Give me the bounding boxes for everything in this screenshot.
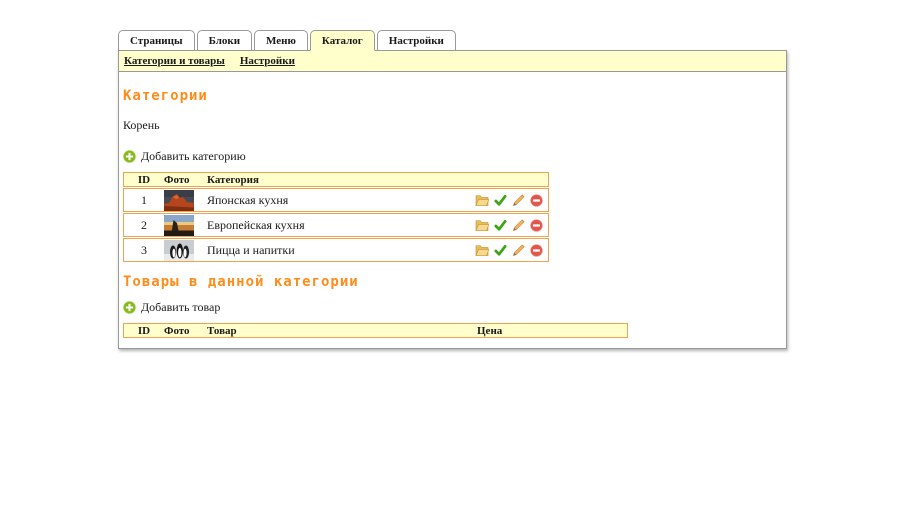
delete-icon[interactable] (530, 244, 543, 257)
category-photo-thumbnail (164, 240, 194, 261)
categories-table-header: ID Фото Категория (123, 172, 549, 187)
category-actions (472, 244, 548, 257)
categories-table: ID Фото Категория 1 (123, 172, 549, 262)
tab-settings[interactable]: Настройки (377, 30, 456, 51)
category-name-cell: Японская кухня (207, 193, 472, 208)
category-table-row: 1 (123, 188, 549, 212)
add-icon (123, 301, 136, 314)
products-table: ID Фото Товар Цена (123, 323, 628, 338)
tab-bar: Страницы Блоки Меню Каталог Настройки (118, 30, 787, 51)
pencil-icon[interactable] (512, 219, 525, 232)
check-icon[interactable] (494, 194, 507, 207)
categories-table-body: 1 (123, 188, 549, 262)
check-icon[interactable] (494, 219, 507, 232)
pencil-icon[interactable] (512, 244, 525, 257)
category-actions (472, 219, 548, 232)
submenu-settings-link[interactable]: Настройки (240, 55, 295, 67)
category-photo-cell (164, 240, 207, 261)
delete-icon[interactable] (530, 194, 543, 207)
category-id: 3 (124, 243, 164, 258)
category-table-row: 3 (123, 238, 549, 262)
add-icon (123, 150, 136, 163)
folder-icon[interactable] (475, 194, 489, 206)
add-product-link[interactable]: Добавить товар (123, 300, 220, 315)
col-header-id: ID (124, 174, 164, 186)
page: Страницы Блоки Меню Каталог Настройки Ка… (0, 0, 900, 513)
tab-catalog[interactable]: Каталог (310, 30, 375, 51)
tab-blocks[interactable]: Блоки (197, 30, 252, 51)
pencil-icon[interactable] (512, 194, 525, 207)
category-name-cell: Пицца и напитки (207, 243, 472, 258)
category-photo-cell (164, 190, 207, 211)
col-header-photo: Фото (164, 325, 207, 337)
tab-pages[interactable]: Страницы (118, 30, 195, 51)
col-header-category: Категория (207, 174, 472, 186)
tab-menu[interactable]: Меню (254, 30, 308, 51)
col-header-id: ID (124, 325, 164, 337)
col-header-product: Товар (207, 325, 477, 337)
folder-icon[interactable] (475, 219, 489, 231)
delete-icon[interactable] (530, 219, 543, 232)
col-header-photo: Фото (164, 174, 207, 186)
products-table-header: ID Фото Товар Цена (123, 323, 628, 338)
category-name-link[interactable]: Пицца и напитки (207, 243, 295, 257)
category-photo-cell (164, 215, 207, 236)
catalog-submenu: Категории и товары Настройки (119, 51, 786, 72)
category-actions (472, 194, 548, 207)
categories-title: Категории (123, 88, 782, 104)
submenu-categories-products-link[interactable]: Категории и товары (124, 55, 225, 67)
category-name-link[interactable]: Японская кухня (207, 193, 288, 207)
category-name-link[interactable]: Европейская кухня (207, 218, 305, 232)
category-id: 1 (124, 193, 164, 208)
root-breadcrumb-link[interactable]: Корень (123, 118, 160, 133)
category-photo-thumbnail (164, 190, 194, 211)
catalog-panel: Категории и товары Настройки Категории К… (118, 50, 787, 349)
admin-app: Страницы Блоки Меню Каталог Настройки Ка… (118, 30, 787, 349)
products-title: Товары в данной категории (123, 274, 782, 290)
category-table-row: 2 (123, 213, 549, 237)
catalog-content: Категории Корень Добавить категорию ID Ф… (119, 72, 786, 348)
check-icon[interactable] (494, 244, 507, 257)
add-category-label: Добавить категорию (141, 149, 246, 164)
folder-icon[interactable] (475, 244, 489, 256)
category-id: 2 (124, 218, 164, 233)
add-category-link[interactable]: Добавить категорию (123, 149, 246, 164)
add-product-label: Добавить товар (141, 300, 220, 315)
col-header-price: Цена (477, 325, 627, 337)
category-photo-thumbnail (164, 215, 194, 236)
category-name-cell: Европейская кухня (207, 218, 472, 233)
